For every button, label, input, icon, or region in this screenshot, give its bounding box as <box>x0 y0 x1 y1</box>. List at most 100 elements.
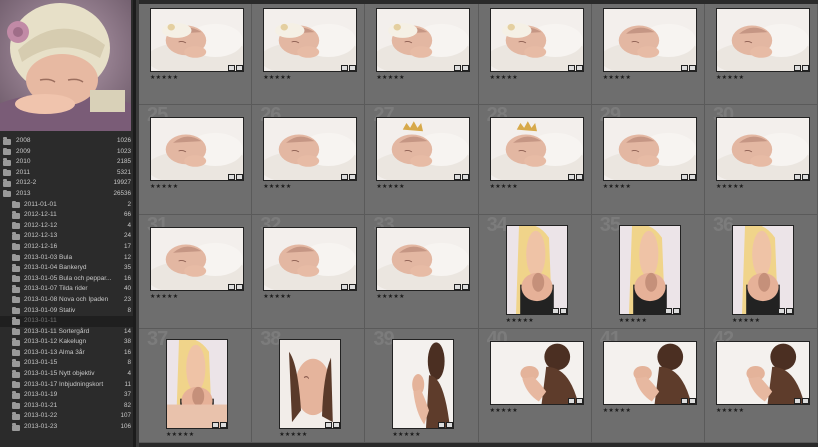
star-rating[interactable]: ★★★★★ <box>150 183 178 190</box>
grid-cell[interactable]: 42 ★★★★★ <box>704 329 818 443</box>
photo-thumbnail[interactable] <box>263 8 358 72</box>
photo-thumbnail[interactable] <box>150 8 244 72</box>
star-rating[interactable]: ★★★★★ <box>150 293 178 300</box>
folder-row[interactable]: 2012-2 19927 <box>0 178 133 189</box>
metadata-badge-icon[interactable] <box>680 174 688 180</box>
photo-thumbnail[interactable] <box>618 225 681 315</box>
grid-cell[interactable]: 35 ★★★★★ <box>591 215 705 329</box>
metadata-badge-icon[interactable] <box>664 308 672 314</box>
edit-badge-icon[interactable] <box>349 284 357 290</box>
star-rating[interactable]: ★★★★★ <box>716 407 744 414</box>
grid-cell[interactable]: 32 ★★★★★ <box>252 215 366 329</box>
grid-cell[interactable]: 27 ★★★★★ <box>365 105 479 215</box>
edit-badge-icon[interactable] <box>785 308 793 314</box>
edit-badge-icon[interactable] <box>236 284 243 290</box>
metadata-badge-icon[interactable] <box>341 65 349 71</box>
edit-badge-icon[interactable] <box>349 65 357 71</box>
star-rating[interactable]: ★★★★★ <box>392 431 420 438</box>
grid-cell[interactable]: 28 ★★★★★ <box>478 105 592 215</box>
grid-cell[interactable]: ★★★★★ <box>365 4 479 105</box>
photo-thumbnail[interactable] <box>602 117 697 181</box>
star-rating[interactable]: ★★★★★ <box>166 431 194 438</box>
folder-row[interactable]: 2013-01-12 Kakelugn 38 <box>0 337 133 348</box>
photo-thumbnail[interactable] <box>489 8 584 72</box>
star-rating[interactable]: ★★★★★ <box>376 293 404 300</box>
edit-badge-icon[interactable] <box>462 174 470 180</box>
star-rating[interactable]: ★★★★★ <box>506 317 534 324</box>
folder-row[interactable]: 2013-01-04 Bankeryd 35 <box>0 263 133 274</box>
grid-cell[interactable]: ★★★★★ <box>591 4 705 105</box>
photo-thumbnail[interactable] <box>376 117 471 181</box>
photo-thumbnail[interactable] <box>279 339 342 429</box>
grid-cell[interactable]: 40 ★★★★★ <box>478 329 592 443</box>
edit-badge-icon[interactable] <box>688 398 696 404</box>
folder-row[interactable]: 2013-01-13 Alma 3år 16 <box>0 348 133 359</box>
grid-cell[interactable]: 33 ★★★★★ <box>365 215 479 329</box>
metadata-badge-icon[interactable] <box>454 65 462 71</box>
grid-cell[interactable]: ★★★★★ <box>252 4 366 105</box>
photo-thumbnail[interactable] <box>602 8 697 72</box>
edit-badge-icon[interactable] <box>220 422 227 428</box>
metadata-badge-icon[interactable] <box>680 398 688 404</box>
metadata-badge-icon[interactable] <box>777 308 785 314</box>
folder-row[interactable]: 2013-01-19 37 <box>0 390 133 401</box>
edit-badge-icon[interactable] <box>349 174 357 180</box>
edit-badge-icon[interactable] <box>672 308 680 314</box>
edit-badge-icon[interactable] <box>462 65 470 71</box>
grid-cell[interactable]: 29 ★★★★★ <box>591 105 705 215</box>
grid-cell[interactable]: 38 ★★★★★ <box>252 329 366 443</box>
folder-row[interactable]: 2013-01-17 Inbjudningskort 11 <box>0 380 133 391</box>
photo-thumbnail[interactable] <box>602 341 697 405</box>
folder-row[interactable]: 2013-01-15 8 <box>0 358 133 369</box>
edit-badge-icon[interactable] <box>575 65 583 71</box>
metadata-badge-icon[interactable] <box>228 174 235 180</box>
photo-thumbnail[interactable] <box>715 341 810 405</box>
edit-badge-icon[interactable] <box>801 174 809 180</box>
photo-thumbnail[interactable] <box>489 341 584 405</box>
folder-row[interactable]: 2013-01-11 Sortergård 14 <box>0 327 133 338</box>
folder-row[interactable]: 2013-01-03 Bula 12 <box>0 253 133 264</box>
star-rating[interactable]: ★★★★★ <box>490 407 518 414</box>
photo-thumbnail[interactable] <box>505 225 568 315</box>
grid-cell[interactable]: 37 ★★★★★ <box>139 329 253 443</box>
star-rating[interactable]: ★★★★★ <box>490 183 518 190</box>
folder-row[interactable]: 2008 1026 <box>0 136 133 147</box>
photo-thumbnail[interactable] <box>731 225 794 315</box>
grid-cell[interactable]: ★★★★★ <box>704 4 818 105</box>
star-rating[interactable]: ★★★★★ <box>376 183 404 190</box>
photo-thumbnail[interactable] <box>376 8 471 72</box>
edit-badge-icon[interactable] <box>236 65 243 71</box>
folder-row[interactable]: 2011-01-01 2 <box>0 200 133 211</box>
folder-row[interactable]: 2012-12-11 66 <box>0 210 133 221</box>
photo-thumbnail[interactable] <box>263 117 358 181</box>
metadata-badge-icon[interactable] <box>228 65 235 71</box>
metadata-badge-icon[interactable] <box>438 422 446 428</box>
grid-cell[interactable]: 30 ★★★★★ <box>704 105 818 215</box>
photo-thumbnail[interactable] <box>263 227 358 291</box>
grid-cell[interactable]: 34 ★★★★★ <box>478 215 592 329</box>
star-rating[interactable]: ★★★★★ <box>263 74 291 81</box>
grid-cell[interactable]: ★★★★★ <box>139 4 253 105</box>
photo-thumbnail[interactable] <box>715 117 810 181</box>
folder-row[interactable]: 2013-01-21 82 <box>0 401 133 412</box>
photo-thumbnail[interactable] <box>150 117 244 181</box>
star-rating[interactable]: ★★★★★ <box>376 74 404 81</box>
edit-badge-icon[interactable] <box>801 65 809 71</box>
folder-row[interactable]: 2013-01-15 Nytt objektiv 4 <box>0 369 133 380</box>
grid-cell[interactable]: ★★★★★ <box>478 4 592 105</box>
folder-row[interactable]: 2012-12-13 24 <box>0 231 133 242</box>
star-rating[interactable]: ★★★★★ <box>603 74 631 81</box>
metadata-badge-icon[interactable] <box>341 174 349 180</box>
star-rating[interactable]: ★★★★★ <box>716 183 744 190</box>
star-rating[interactable]: ★★★★★ <box>603 407 631 414</box>
star-rating[interactable]: ★★★★★ <box>716 74 744 81</box>
photo-thumbnail[interactable] <box>376 227 471 291</box>
folder-row[interactable]: 2013-01-22 107 <box>0 411 133 422</box>
photo-thumbnail[interactable] <box>150 227 244 291</box>
edit-badge-icon[interactable] <box>446 422 454 428</box>
metadata-badge-icon[interactable] <box>341 284 349 290</box>
folder-row[interactable]: 2013 26536 <box>0 189 133 200</box>
metadata-badge-icon[interactable] <box>212 422 219 428</box>
metadata-badge-icon[interactable] <box>551 308 559 314</box>
edit-badge-icon[interactable] <box>333 422 341 428</box>
